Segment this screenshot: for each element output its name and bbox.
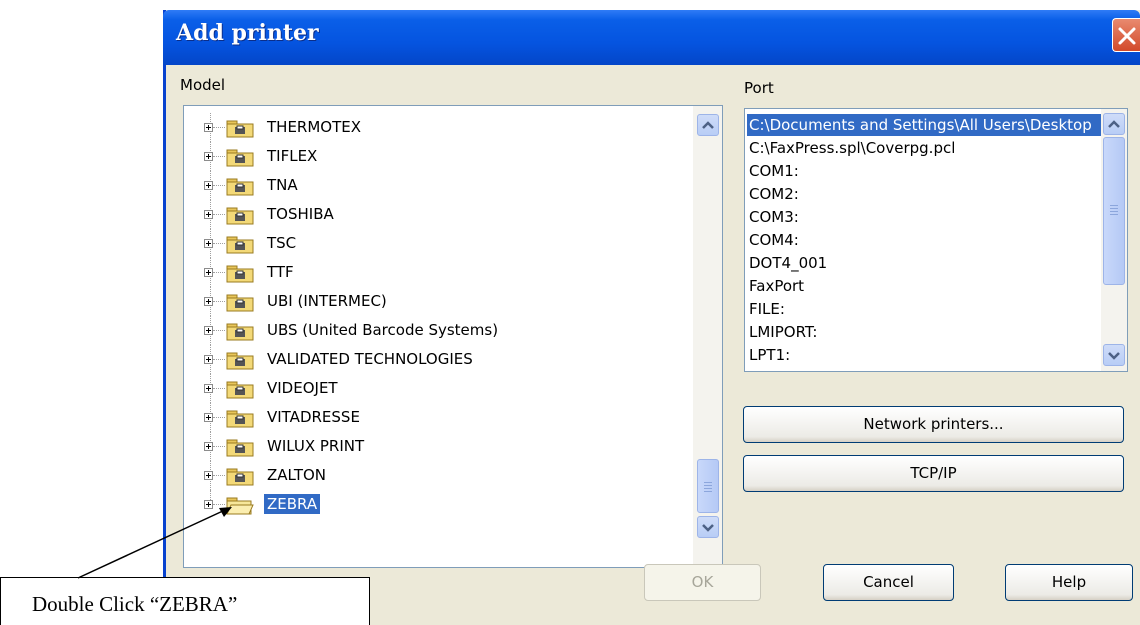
- scroll-up-button[interactable]: [1103, 113, 1125, 135]
- tree-item-label: ZALTON: [267, 466, 327, 484]
- port-scrollbar[interactable]: [1101, 109, 1127, 371]
- port-item[interactable]: COM2:: [749, 183, 799, 205]
- port-item[interactable]: COM1:: [749, 160, 799, 182]
- printer-folder-icon: [226, 207, 254, 225]
- expand-icon[interactable]: [204, 442, 213, 451]
- printer-folder-icon: [226, 236, 254, 254]
- port-item[interactable]: C:\Documents and Settings\All Users\Desk…: [747, 114, 1101, 136]
- tree-item-label: ZEBRA: [264, 494, 321, 514]
- tree-item-label: UBI (INTERMEC): [267, 292, 387, 310]
- port-item[interactable]: C:\FaxPress.spl\Coverpg.pcl: [749, 137, 955, 159]
- port-item[interactable]: FILE:: [749, 298, 785, 320]
- tree-item-zalton[interactable]: ZALTON: [184, 461, 694, 490]
- port-item[interactable]: DOT4_001: [749, 252, 827, 274]
- port-item[interactable]: COM4:: [749, 229, 799, 251]
- expand-icon[interactable]: [204, 210, 213, 219]
- tree-item-ubi[interactable]: UBI (INTERMEC): [184, 287, 694, 316]
- expand-icon[interactable]: [204, 152, 213, 161]
- expand-icon[interactable]: [204, 413, 213, 422]
- printer-folder-icon: [226, 439, 254, 457]
- tree-item-tsc[interactable]: TSC: [184, 229, 694, 258]
- tree-item-ubs[interactable]: UBS (United Barcode Systems): [184, 316, 694, 345]
- port-item[interactable]: LMIPORT:: [749, 321, 817, 343]
- tree-item-label: VITADRESSE: [267, 408, 360, 426]
- port-item[interactable]: COM3:: [749, 206, 799, 228]
- printer-folder-icon: [226, 294, 254, 312]
- chevron-up-icon: [1108, 120, 1120, 128]
- port-list[interactable]: C:\Documents and Settings\All Users\Desk…: [744, 108, 1128, 372]
- tree-item-label: VALIDATED TECHNOLOGIES: [267, 350, 473, 368]
- expand-icon[interactable]: [204, 181, 213, 190]
- tree-item-label: VIDEOJET: [267, 379, 338, 397]
- tree-item-label: TNA: [267, 176, 298, 194]
- model-scrollbar[interactable]: [693, 106, 722, 567]
- model-tree[interactable]: THERMOTEX TIFLEX TNA TOSHIBA TSC TTF UBI…: [183, 105, 723, 568]
- expand-icon[interactable]: [204, 268, 213, 277]
- printer-folder-icon: [226, 381, 254, 399]
- annotation-text: Double Click “ZEBRA”: [32, 592, 238, 616]
- chevron-up-icon: [702, 121, 714, 129]
- tree-item-tna[interactable]: TNA: [184, 171, 694, 200]
- help-button[interactable]: Help: [1005, 564, 1133, 601]
- expand-icon[interactable]: [204, 384, 213, 393]
- close-icon: [1118, 27, 1136, 45]
- tree-item-videojet[interactable]: VIDEOJET: [184, 374, 694, 403]
- tree-item-label: UBS (United Barcode Systems): [267, 321, 499, 339]
- port-item[interactable]: FaxPort: [749, 275, 804, 297]
- scroll-thumb[interactable]: [697, 459, 719, 513]
- printer-folder-icon: [226, 178, 254, 196]
- expand-icon[interactable]: [204, 355, 213, 364]
- ok-button[interactable]: OK: [644, 564, 761, 601]
- expand-icon[interactable]: [204, 123, 213, 132]
- model-label: Model: [180, 76, 226, 94]
- tree-item-validated-technologies[interactable]: VALIDATED TECHNOLOGIES: [184, 345, 694, 374]
- scroll-up-button[interactable]: [697, 114, 719, 136]
- port-item[interactable]: LPT1:: [749, 344, 790, 366]
- expand-icon[interactable]: [204, 326, 213, 335]
- printer-folder-icon: [226, 410, 254, 428]
- open-folder-icon: [226, 497, 254, 515]
- printer-folder-icon: [226, 149, 254, 167]
- tree-item-wilux-print[interactable]: WILUX PRINT: [184, 432, 694, 461]
- expand-icon[interactable]: [204, 297, 213, 306]
- scroll-down-button[interactable]: [1103, 344, 1125, 366]
- scroll-down-button[interactable]: [697, 516, 719, 538]
- expand-icon[interactable]: [204, 471, 213, 480]
- printer-folder-icon: [226, 120, 254, 138]
- chevron-down-icon: [702, 524, 714, 532]
- printer-folder-icon: [226, 352, 254, 370]
- tree-item-zebra[interactable]: ZEBRA: [184, 490, 694, 519]
- tree-item-toshiba[interactable]: TOSHIBA: [184, 200, 694, 229]
- port-label: Port: [744, 79, 774, 97]
- expand-icon[interactable]: [204, 500, 213, 509]
- tree-item-label: TSC: [267, 234, 297, 252]
- tree-item-label: TOSHIBA: [267, 205, 334, 223]
- scroll-thumb[interactable]: [1103, 137, 1125, 285]
- expand-icon[interactable]: [204, 239, 213, 248]
- tree-item-vitadresse[interactable]: VITADRESSE: [184, 403, 694, 432]
- tree-item-label: WILUX PRINT: [267, 437, 365, 455]
- tree-item-label: TTF: [267, 263, 294, 281]
- tree-item-thermotex[interactable]: THERMOTEX: [184, 113, 694, 142]
- printer-folder-icon: [226, 323, 254, 341]
- tree-item-label: THERMOTEX: [267, 118, 362, 136]
- close-button[interactable]: [1112, 18, 1140, 52]
- tree-item-ttf[interactable]: TTF: [184, 258, 694, 287]
- cancel-button[interactable]: Cancel: [823, 564, 954, 601]
- tree-item-tiflex[interactable]: TIFLEX: [184, 142, 694, 171]
- printer-folder-icon: [226, 468, 254, 486]
- printer-folder-icon: [226, 265, 254, 283]
- chevron-down-icon: [1108, 352, 1120, 360]
- tcpip-button[interactable]: TCP/IP: [743, 455, 1124, 492]
- window-title: Add printer: [176, 20, 319, 46]
- network-printers-button[interactable]: Network printers...: [743, 406, 1124, 443]
- tree-item-label: TIFLEX: [267, 147, 318, 165]
